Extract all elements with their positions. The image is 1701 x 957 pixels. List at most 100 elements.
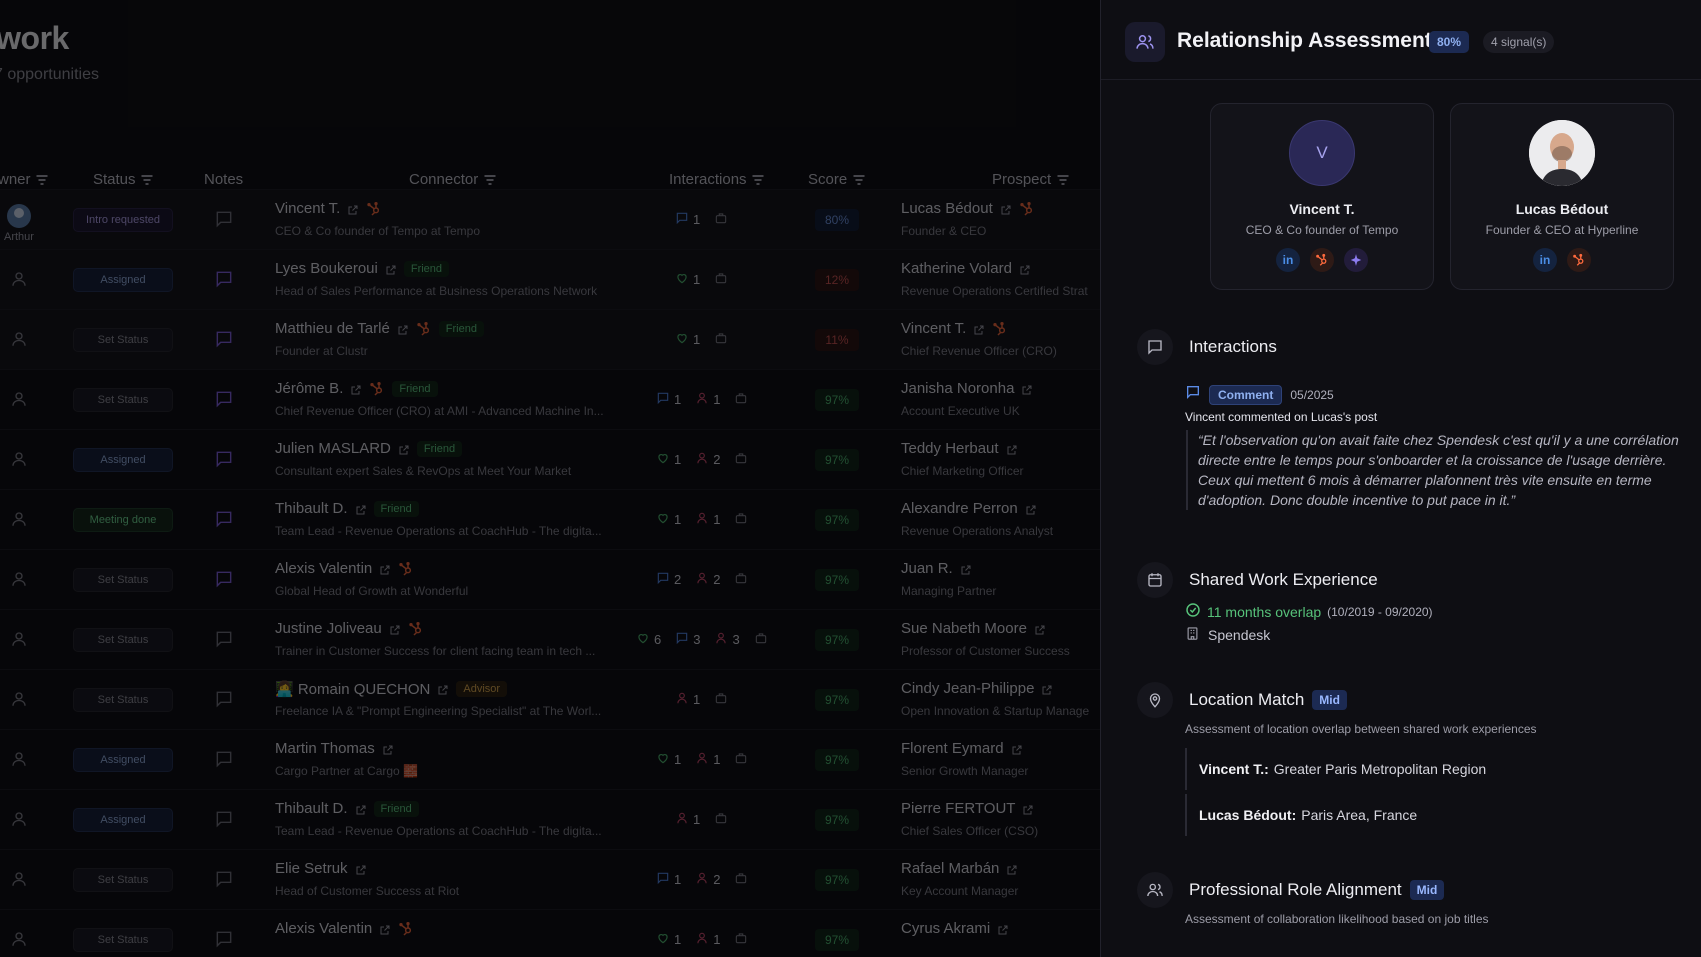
interactions-summary[interactable]: 1 (675, 331, 728, 348)
external-link-icon[interactable] (1006, 443, 1018, 455)
external-link-icon[interactable] (382, 743, 394, 755)
filter-icon[interactable] (484, 175, 495, 184)
user-icon[interactable] (10, 449, 28, 469)
table-row[interactable]: Set Status Elie Setruk Head of Customer Su… (0, 849, 1100, 909)
user-icon[interactable] (10, 869, 28, 889)
note-icon[interactable] (214, 569, 234, 589)
external-link-icon[interactable] (350, 383, 362, 395)
external-link-icon[interactable] (1019, 263, 1031, 275)
status-button[interactable]: Intro requested (73, 208, 173, 232)
note-icon[interactable] (214, 449, 234, 469)
prospect-name[interactable]: Katherine Volard (901, 260, 1031, 277)
external-link-icon[interactable] (997, 923, 1009, 935)
hubspot-icon[interactable] (369, 381, 385, 397)
status-button[interactable]: Assigned (73, 808, 173, 832)
table-row[interactable]: Set Status Justine Joliveau Trainer in Cus… (0, 609, 1100, 669)
table-row[interactable]: Assigned Thibault D. Friend Team Lead - Rev… (0, 789, 1100, 849)
prospect-name[interactable]: Vincent T. (901, 320, 1008, 337)
status-button[interactable]: Assigned (73, 448, 173, 472)
connector-name[interactable]: 👩‍💻 Romain QUECHON Advisor (275, 680, 508, 698)
interactions-summary[interactable]: 12 (656, 871, 748, 888)
hubspot-icon[interactable] (416, 321, 432, 337)
user-icon[interactable] (10, 329, 28, 349)
table-row[interactable]: Arthur Intro requested Vincent T. CEO & Co … (0, 189, 1100, 249)
status-button[interactable]: Meeting done (73, 508, 173, 532)
connector-name[interactable]: Alexis Valentin (275, 920, 414, 937)
prospect-name[interactable]: Pierre FERTOUT (901, 800, 1034, 817)
hubspot-icon[interactable] (398, 561, 414, 577)
table-row[interactable]: Set Status Matthieu de Tarlé Friend Founder… (0, 309, 1100, 369)
table-row[interactable]: Assigned Julien MASLARD Friend Consultant e… (0, 429, 1100, 489)
note-icon[interactable] (214, 809, 234, 829)
filter-icon[interactable] (853, 175, 864, 184)
column-score[interactable]: Score (808, 171, 864, 188)
external-link-icon[interactable] (389, 623, 401, 635)
avatar[interactable] (7, 204, 31, 228)
prospect-card[interactable]: Lucas Bédout Founder & CEO at Hyperline … (1450, 103, 1674, 290)
hubspot-icon[interactable] (408, 621, 424, 637)
interactions-summary[interactable]: 1 (675, 271, 728, 288)
user-icon[interactable] (10, 809, 28, 829)
prospect-name[interactable]: Cyrus Akrami (901, 920, 1009, 937)
connector-name[interactable]: Thibault D. Friend (275, 500, 419, 517)
note-icon[interactable] (214, 689, 234, 709)
connector-name[interactable]: Justine Joliveau (275, 620, 424, 637)
prospect-name[interactable]: Teddy Herbaut (901, 440, 1018, 457)
prospect-name[interactable]: Janisha Noronha (901, 380, 1033, 397)
note-icon[interactable] (214, 389, 234, 409)
table-row[interactable]: Assigned Lyes Boukeroui Friend Head of Sale… (0, 249, 1100, 309)
table-row[interactable]: Meeting done Thibault D. Friend Team Lead -… (0, 489, 1100, 549)
hubspot-icon[interactable] (398, 921, 414, 937)
hubspot-icon[interactable] (1019, 201, 1035, 217)
status-button[interactable]: Set Status (73, 388, 173, 412)
user-icon[interactable] (10, 509, 28, 529)
status-button[interactable]: Set Status (73, 328, 173, 352)
external-link-icon[interactable] (355, 503, 367, 515)
prospect-name[interactable]: Lucas Bédout (901, 200, 1035, 217)
external-link-icon[interactable] (398, 443, 410, 455)
external-link-icon[interactable] (1041, 683, 1053, 695)
user-icon[interactable] (10, 389, 28, 409)
table-row[interactable]: Assigned Martin Thomas Cargo Partner at Ca… (0, 729, 1100, 789)
interactions-summary[interactable]: 1 (675, 691, 728, 708)
interactions-summary[interactable]: 11 (656, 391, 748, 408)
note-icon[interactable] (214, 929, 234, 949)
external-link-icon[interactable] (1025, 503, 1037, 515)
note-icon[interactable] (214, 629, 234, 649)
interactions-summary[interactable]: 11 (656, 751, 748, 768)
column-interactions[interactable]: Interactions (669, 171, 764, 188)
connector-name[interactable]: Lyes Boukeroui Friend (275, 260, 450, 277)
prospect-name[interactable]: Cindy Jean-Philippe (901, 680, 1053, 697)
table-row[interactable]: Set Status 👩‍💻 Romain QUECHON Advisor Freel… (0, 669, 1100, 729)
sparkle-icon[interactable] (1344, 248, 1368, 272)
interactions-summary[interactable]: 633 (636, 631, 768, 648)
status-button[interactable]: Assigned (73, 748, 173, 772)
connector-name[interactable]: Julien MASLARD Friend (275, 440, 463, 457)
user-icon[interactable] (10, 629, 28, 649)
connector-name[interactable]: Elie Setruk (275, 860, 367, 877)
status-button[interactable]: Set Status (73, 868, 173, 892)
interactions-summary[interactable]: 12 (656, 451, 748, 468)
status-button[interactable]: Assigned (73, 268, 173, 292)
interactions-summary[interactable]: 1 (675, 811, 728, 828)
note-icon[interactable] (214, 209, 234, 229)
linkedin-icon[interactable]: in (1533, 248, 1557, 272)
filter-icon[interactable] (753, 175, 764, 184)
note-icon[interactable] (214, 269, 234, 289)
status-button[interactable]: Set Status (73, 628, 173, 652)
hubspot-icon[interactable] (1310, 248, 1334, 272)
external-link-icon[interactable] (1000, 203, 1012, 215)
filter-icon[interactable] (37, 175, 48, 184)
status-button[interactable]: Set Status (73, 928, 173, 952)
note-icon[interactable] (214, 749, 234, 769)
note-icon[interactable] (214, 509, 234, 529)
external-link-icon[interactable] (355, 863, 367, 875)
column-prospect[interactable]: Prospect (992, 171, 1068, 188)
table-row[interactable]: Set Status Jérôme B. Friend Chief Revenue O… (0, 369, 1100, 429)
connector-name[interactable]: Alexis Valentin (275, 560, 414, 577)
prospect-name[interactable]: Rafael Marbán (901, 860, 1018, 877)
prospect-name[interactable]: Florent Eymard (901, 740, 1023, 757)
interactions-summary[interactable]: 22 (656, 571, 748, 588)
filter-icon[interactable] (1057, 175, 1068, 184)
status-button[interactable]: Set Status (73, 568, 173, 592)
